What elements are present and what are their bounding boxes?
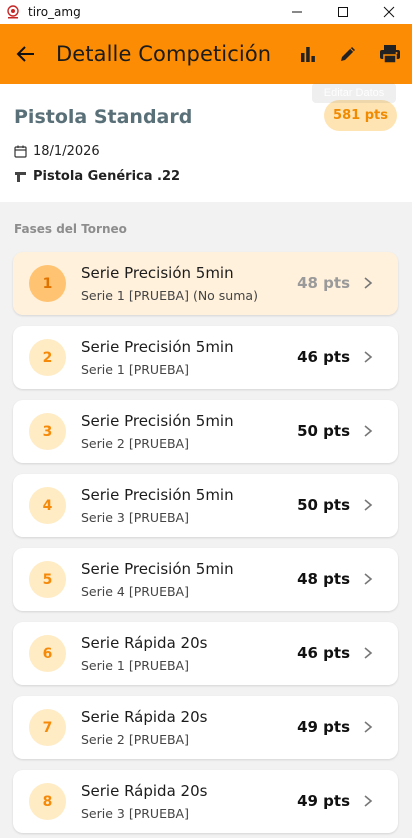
phase-name: Serie Precisión 5min	[81, 412, 234, 430]
phase-subtitle: Serie 3 [PRUEBA]	[81, 510, 189, 525]
weapon-name: Pistola Genérica .22	[33, 169, 181, 184]
competition-date: 18/1/2026	[33, 144, 100, 159]
phase-name: Serie Precisión 5min	[81, 338, 234, 356]
print-icon	[380, 45, 400, 64]
maximize-icon	[338, 7, 348, 17]
phase-row[interactable]: 2 Serie Precisión 5min Serie 1 [PRUEBA] …	[13, 326, 398, 389]
chevron-right-icon	[364, 647, 373, 659]
phase-subtitle: Serie 2 [PRUEBA]	[81, 732, 189, 747]
phase-subtitle: Serie 1 [PRUEBA]	[81, 362, 189, 377]
phase-points: 48 pts	[297, 274, 350, 292]
phase-number: 7	[29, 709, 66, 746]
phase-name: Serie Rápida 20s	[81, 782, 208, 800]
phase-row[interactable]: 6 Serie Rápida 20s Serie 1 [PRUEBA] 46 p…	[13, 622, 398, 685]
phase-row[interactable]: 5 Serie Precisión 5min Serie 4 [PRUEBA] …	[13, 548, 398, 611]
phase-number: 2	[29, 339, 66, 376]
phase-name: Serie Precisión 5min	[81, 560, 234, 578]
phase-row[interactable]: 4 Serie Precisión 5min Serie 3 [PRUEBA] …	[13, 474, 398, 537]
stats-button[interactable]	[288, 24, 328, 84]
minimize-icon	[292, 11, 302, 13]
window-title: tiro_amg	[28, 5, 81, 19]
phases-list: 1 Serie Precisión 5min Serie 1 [PRUEBA] …	[13, 252, 398, 838]
total-score-badge: 581 pts	[324, 100, 397, 131]
phase-subtitle: Serie 3 [PRUEBA]	[81, 806, 189, 821]
back-button[interactable]	[0, 24, 52, 84]
phase-points: 49 pts	[297, 792, 350, 810]
print-button[interactable]	[368, 24, 412, 84]
chevron-right-icon	[364, 721, 373, 733]
phase-number: 8	[29, 783, 66, 820]
bar-chart-icon	[301, 47, 315, 62]
minimize-button[interactable]	[274, 0, 320, 24]
phase-row[interactable]: 7 Serie Rápida 20s Serie 2 [PRUEBA] 49 p…	[13, 696, 398, 759]
phase-number: 4	[29, 487, 66, 524]
calendar-icon	[14, 145, 27, 158]
chevron-right-icon	[364, 573, 373, 585]
phase-points: 48 pts	[297, 570, 350, 588]
arrow-back-icon	[16, 46, 34, 62]
close-button[interactable]	[366, 0, 412, 24]
phase-name: Serie Precisión 5min	[81, 486, 234, 504]
edit-button[interactable]	[328, 24, 368, 84]
phase-row[interactable]: 1 Serie Precisión 5min Serie 1 [PRUEBA] …	[13, 252, 398, 315]
edit-tooltip: Editar Datos	[312, 83, 396, 103]
phase-points: 46 pts	[297, 644, 350, 662]
chevron-right-icon	[364, 351, 373, 363]
date-row: 18/1/2026	[14, 144, 100, 159]
phase-name: Serie Precisión 5min	[81, 264, 234, 282]
phase-points: 46 pts	[297, 348, 350, 366]
phase-row[interactable]: 8 Serie Rápida 20s Serie 3 [PRUEBA] 49 p…	[13, 770, 398, 833]
phase-subtitle: Serie 1 [PRUEBA]	[81, 658, 189, 673]
phase-number: 6	[29, 635, 66, 672]
chevron-right-icon	[364, 795, 373, 807]
phase-points: 49 pts	[297, 718, 350, 736]
phase-subtitle: Serie 1 [PRUEBA] (No suma)	[81, 288, 258, 303]
app-target-icon	[6, 5, 20, 19]
section-label: Fases del Torneo	[14, 222, 127, 236]
chevron-right-icon	[364, 499, 373, 511]
phase-number: 3	[29, 413, 66, 450]
competition-title: Pistola Standard	[14, 106, 193, 128]
pistol-icon	[14, 170, 27, 183]
phase-points: 50 pts	[297, 496, 350, 514]
phase-number: 1	[29, 265, 66, 302]
phase-row[interactable]: 3 Serie Precisión 5min Serie 2 [PRUEBA] …	[13, 400, 398, 463]
page-title: Detalle Competición	[56, 42, 272, 66]
chevron-right-icon	[364, 277, 373, 289]
close-icon	[383, 6, 395, 18]
app-bar: Detalle Competición	[0, 24, 412, 84]
maximize-button[interactable]	[320, 0, 366, 24]
edit-pencil-icon	[341, 47, 355, 61]
phase-name: Serie Rápida 20s	[81, 708, 208, 726]
phase-subtitle: Serie 4 [PRUEBA]	[81, 584, 189, 599]
chevron-right-icon	[364, 425, 373, 437]
window-titlebar: tiro_amg	[0, 0, 412, 24]
phase-name: Serie Rápida 20s	[81, 634, 208, 652]
phase-number: 5	[29, 561, 66, 598]
weapon-row: Pistola Genérica .22	[14, 169, 180, 184]
phase-points: 50 pts	[297, 422, 350, 440]
phase-subtitle: Serie 2 [PRUEBA]	[81, 436, 189, 451]
